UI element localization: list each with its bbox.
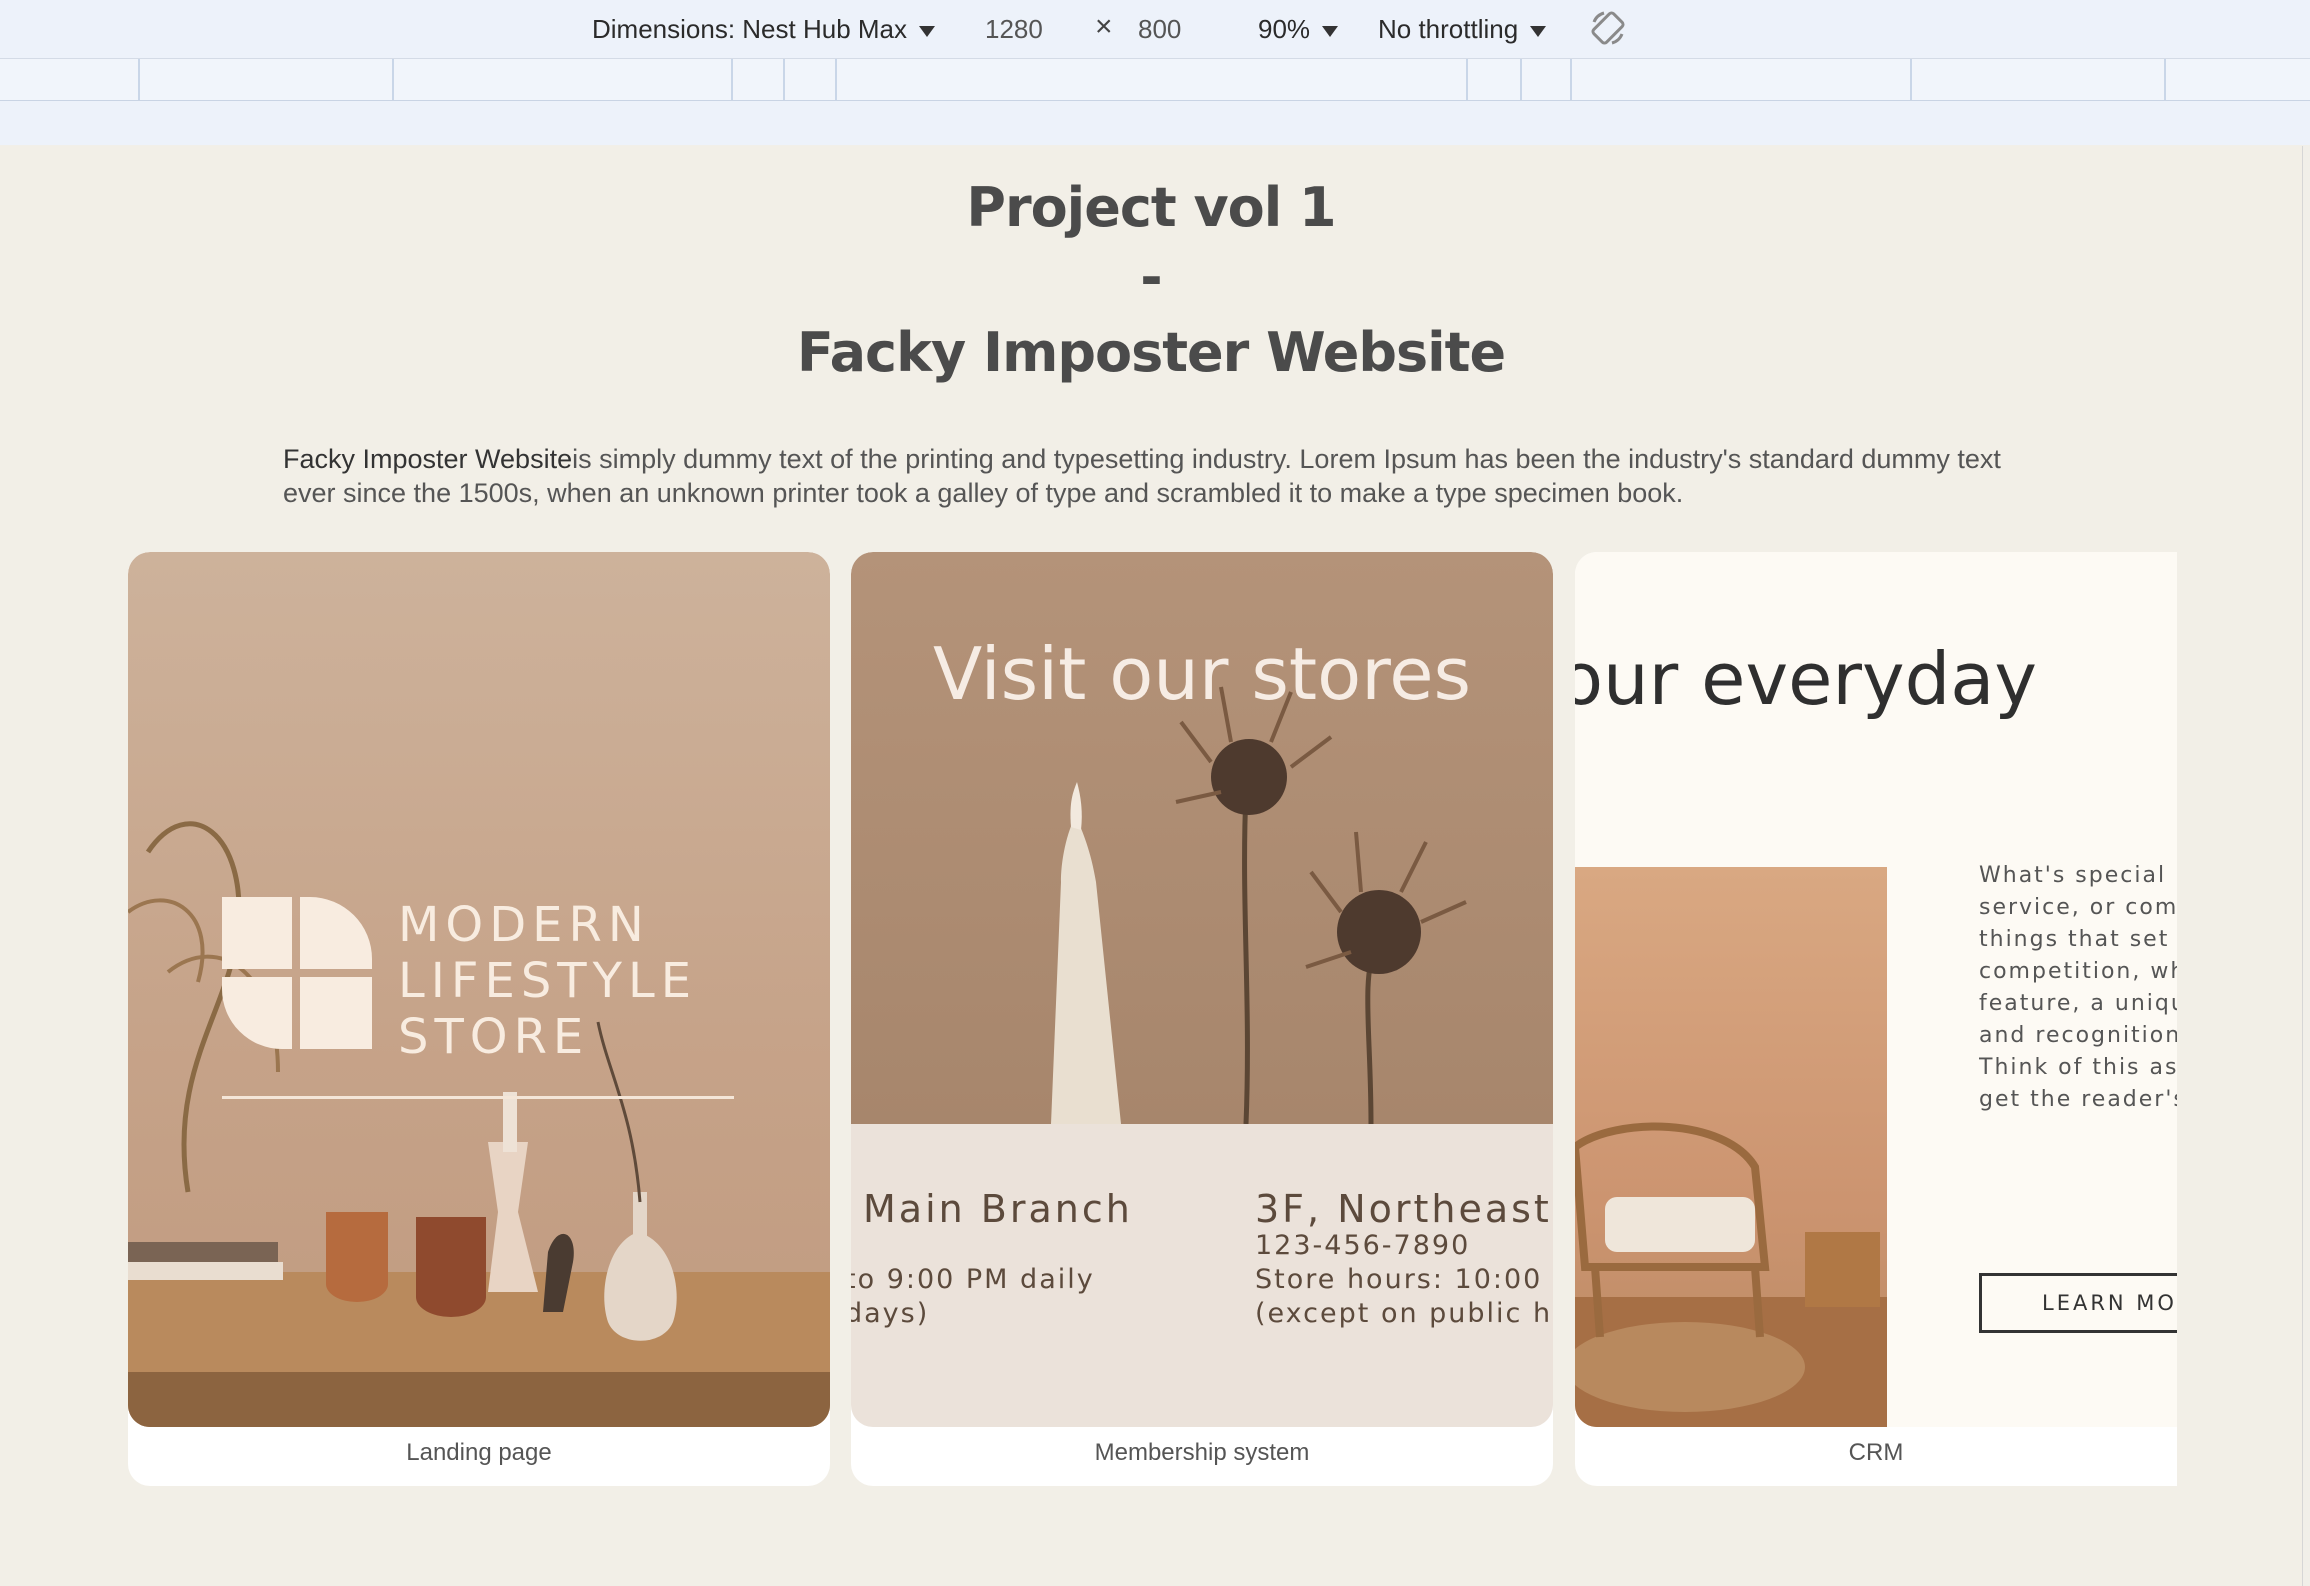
description-strong: Facky Imposter Website	[283, 444, 573, 474]
card-caption: Landing page	[406, 1439, 552, 1466]
para-line: service, or com	[1979, 895, 2177, 920]
para-line: What's special	[1979, 863, 2167, 888]
crm-paragraph: What's special service, or com things th…	[1979, 860, 2177, 1116]
page-description: Facky Imposter Websiteis simply dummy te…	[283, 442, 2043, 510]
branch-right-address: 3F, Northeast M	[1255, 1187, 1553, 1231]
device-toolbar: Dimensions: Nest Hub Max 1280 × 800 90% …	[0, 0, 2310, 59]
logo-line-1: MODERN	[398, 897, 650, 953]
para-line: and recognition	[1979, 1023, 2177, 1048]
branch-left-hours-2: days)	[851, 1298, 930, 1329]
learn-more-button[interactable]: LEARN MORE	[1979, 1273, 2177, 1333]
page-viewport: Project vol 1 - Facky Imposter Website F…	[0, 146, 2303, 1586]
ruler-tick	[1466, 59, 1468, 100]
page-title-dash: -	[1140, 246, 1162, 309]
ruler-tick	[1570, 59, 1572, 100]
media-query-ruler[interactable]	[0, 59, 2310, 101]
crm-preview-image: our everyday What's special service, or …	[1575, 552, 2177, 1427]
membership-preview-image: Visit our stores Main Branch to 9:00 PM …	[851, 552, 1553, 1427]
throttling-dropdown[interactable]: No throttling	[1378, 14, 1547, 45]
height-input[interactable]: 800	[1138, 14, 1181, 45]
page-title-line2: Facky Imposter Website	[796, 321, 1506, 384]
ruler-tick	[835, 59, 837, 100]
store-logo-icon	[222, 897, 372, 1049]
branch-right-hours-2: (except on public h	[1255, 1298, 1553, 1329]
branch-left-name: Main Branch	[863, 1187, 1133, 1231]
para-line: feature, a uniqu	[1979, 991, 2177, 1016]
project-card-crm[interactable]: our everyday What's special service, or …	[1575, 552, 2177, 1486]
times-symbol: ×	[1095, 10, 1113, 43]
logo-line-3: STORE	[398, 1009, 590, 1065]
ruler-tick	[1520, 59, 1522, 100]
rattan-chair-photo	[1575, 867, 1887, 1427]
page-title-line1: Project vol 1	[966, 176, 1336, 239]
rattan-chair-illustration	[1575, 1122, 1887, 1427]
para-line: things that set	[1979, 927, 2170, 952]
flower-candle-photo: Visit our stores	[851, 552, 1553, 1124]
chevron-down-icon	[1530, 25, 1547, 37]
ruler-tick	[2164, 59, 2166, 100]
card-caption: CRM	[1848, 1439, 1904, 1466]
branch-left-hours-1: to 9:00 PM daily	[851, 1264, 1095, 1295]
viewport-gutter	[0, 101, 2310, 145]
stores-headline: Visit our stores	[932, 632, 1472, 716]
landing-preview-image: MODERN LIFESTYLE STORE	[128, 552, 830, 1427]
zoom-label: 90%	[1258, 14, 1311, 44]
store-logo-text: MODERN LIFESTYLE STORE	[398, 897, 697, 1065]
ruler-tick	[1910, 59, 1912, 100]
para-line: competition, wh	[1979, 959, 2177, 984]
chevron-down-icon	[919, 25, 935, 37]
ruler-tick	[392, 59, 394, 100]
logo-underline	[222, 1096, 734, 1099]
ruler-tick	[138, 59, 140, 100]
card-caption: Membership system	[1094, 1439, 1310, 1466]
width-input[interactable]: 1280	[985, 14, 1043, 45]
ruler-tick	[783, 59, 785, 100]
zoom-dropdown[interactable]: 90%	[1258, 14, 1339, 45]
logo-line-2: LIFESTYLE	[398, 953, 698, 1009]
branch-right-phone: 123-456-7890	[1255, 1230, 1471, 1261]
branch-right-hours-1: Store hours: 10:00 A	[1255, 1264, 1553, 1295]
throttling-label: No throttling	[1378, 14, 1519, 44]
dimensions-dropdown[interactable]: Dimensions: Nest Hub Max	[592, 14, 935, 45]
ruler-tick	[731, 59, 733, 100]
para-line: Think of this as	[1979, 1055, 2177, 1080]
rotate-icon[interactable]	[1588, 8, 1628, 48]
crm-headline: our everyday	[1575, 637, 2038, 721]
dimensions-label: Dimensions: Nest Hub Max	[592, 14, 907, 44]
project-card-membership[interactable]: Visit our stores Main Branch to 9:00 PM …	[851, 552, 1553, 1486]
chevron-down-icon	[1322, 25, 1339, 37]
project-card-landing[interactable]: MODERN LIFESTYLE STORE Landing page	[128, 552, 830, 1486]
para-line: get the reader's	[1979, 1087, 2177, 1112]
